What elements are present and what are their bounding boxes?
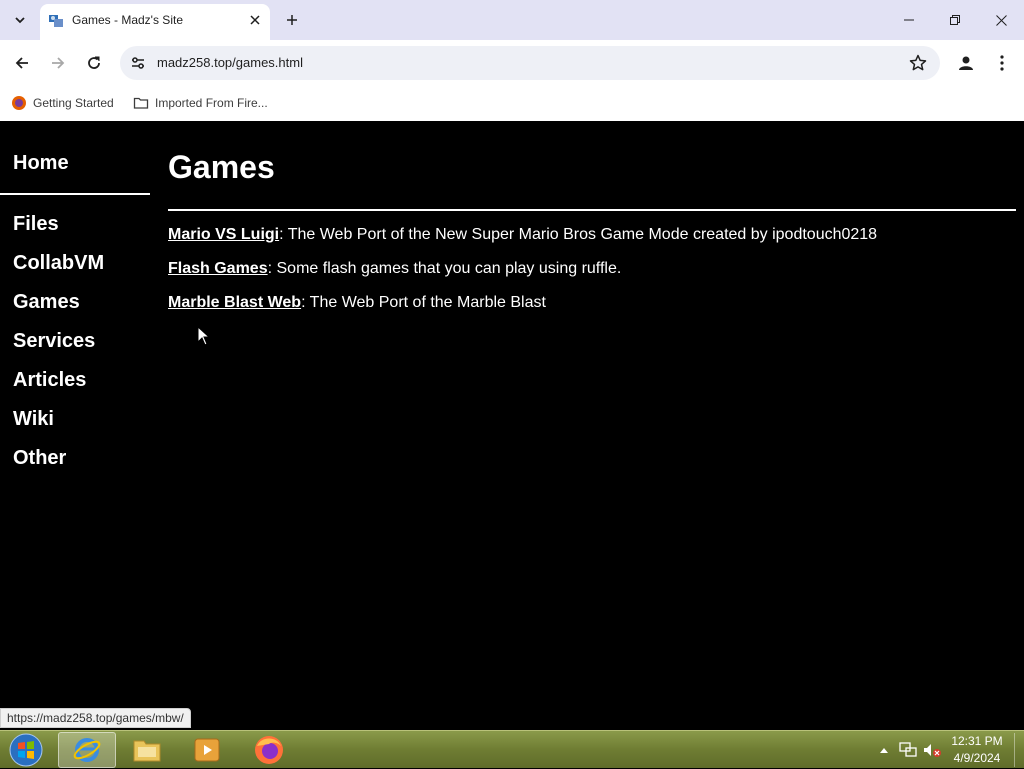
sidebar-item-articles[interactable]: Articles — [13, 369, 86, 392]
sidebar-item-other[interactable]: Other — [13, 447, 66, 470]
firefox-icon — [255, 736, 283, 764]
minimize-icon — [904, 19, 914, 21]
reload-icon — [88, 56, 100, 69]
game-description: : The Web Port of the Marble Blast — [301, 294, 546, 311]
browser-toolbar: madz258.top/games.html — [0, 40, 1024, 86]
game-description: : Some flash games that you can play usi… — [267, 260, 622, 277]
sidebar-item-collabvm[interactable]: CollabVM — [13, 252, 104, 275]
bookmark-getting-started[interactable]: Getting Started — [11, 92, 114, 114]
game-description: : The Web Port of the New Super Mario Br… — [279, 226, 878, 243]
taskbar-internet-explorer[interactable] — [58, 732, 116, 768]
firefox-icon — [11, 95, 27, 111]
close-window-button[interactable] — [978, 0, 1024, 40]
sidebar-item-wiki[interactable]: Wiki — [13, 408, 54, 431]
bookmark-folder-imported[interactable]: Imported From Fire... — [133, 92, 268, 114]
folder-icon — [133, 95, 149, 111]
address-bar[interactable]: madz258.top/games.html — [120, 46, 940, 80]
more-vert-icon — [1000, 55, 1004, 71]
start-button[interactable] — [6, 732, 46, 768]
windows-start-icon — [9, 733, 43, 767]
clock-date: 4/9/2024 — [953, 751, 1001, 765]
close-icon — [995, 14, 1007, 26]
sidebar-item-games[interactable]: Games — [13, 291, 80, 314]
browser-chrome: Games - Madz's Site madz258.top/games.ht… — [0, 0, 1024, 121]
profile-icon — [959, 56, 973, 70]
page-title: Games — [168, 149, 275, 185]
game-link-marble-blast-web[interactable]: Marble Blast Web — [168, 294, 301, 311]
list-item: Mario VS Luigi: The Web Port of the New … — [168, 226, 877, 244]
internet-explorer-icon — [73, 738, 101, 762]
show-hidden-icons-button[interactable] — [876, 731, 892, 769]
taskbar: 12:31 PM 4/9/2024 — [0, 730, 1024, 768]
sidebar-item-home[interactable]: Home — [13, 152, 69, 175]
list-item: Flash Games: Some flash games that you c… — [168, 260, 621, 278]
volume-tray-button[interactable] — [921, 731, 943, 769]
taskbar-firefox[interactable] — [240, 732, 298, 768]
bookmarks-bar: Getting Started Imported From Fire... — [0, 86, 1024, 121]
media-player-icon — [194, 738, 220, 762]
close-icon — [250, 15, 260, 25]
link-status-bubble: https://madz258.top/games/mbw/ — [0, 708, 191, 728]
sidebar-divider — [0, 193, 150, 195]
game-link-mario-vs-luigi[interactable]: Mario VS Luigi — [168, 226, 279, 243]
tune-icon — [132, 57, 144, 69]
tab-title: Games - Madz's Site — [72, 13, 183, 27]
menu-button[interactable] — [988, 49, 1016, 77]
site-info-button[interactable] — [128, 53, 148, 73]
close-tab-button[interactable] — [245, 10, 265, 30]
taskbar-media-player[interactable] — [178, 732, 236, 768]
site-favicon-icon — [49, 15, 63, 27]
show-desktop-button[interactable] — [1014, 733, 1024, 767]
url-text[interactable]: madz258.top/games.html — [157, 55, 303, 70]
restore-icon — [950, 15, 960, 25]
new-tab-button[interactable] — [280, 8, 304, 32]
star-icon — [909, 54, 927, 71]
chevron-up-icon — [880, 748, 888, 753]
reload-button[interactable] — [80, 49, 108, 77]
title-divider — [168, 209, 1016, 211]
forward-button[interactable] — [44, 49, 72, 77]
tab-search-button[interactable] — [8, 8, 32, 32]
taskbar-clock[interactable]: 12:31 PM 4/9/2024 — [944, 733, 1010, 767]
bookmark-label: Getting Started — [33, 96, 114, 110]
tab-strip: Games - Madz's Site — [0, 0, 1024, 40]
arrow-right-icon — [52, 57, 65, 69]
game-link-flash-games[interactable]: Flash Games — [168, 260, 268, 277]
sidebar-item-files[interactable]: Files — [13, 213, 59, 236]
chevron-down-icon — [15, 17, 25, 24]
list-item: Marble Blast Web: The Web Port of the Ma… — [168, 294, 546, 312]
network-icon — [899, 742, 917, 757]
network-tray-button[interactable] — [898, 731, 918, 769]
mouse-cursor-icon — [197, 326, 211, 346]
folder-icon — [133, 740, 161, 762]
minimize-button[interactable] — [886, 0, 932, 40]
web-page: Home Files CollabVM Games Services Artic… — [0, 121, 1024, 730]
active-tab[interactable]: Games - Madz's Site — [40, 4, 270, 40]
volume-muted-icon — [924, 744, 941, 757]
bookmark-star-button[interactable] — [908, 53, 928, 73]
profile-button[interactable] — [952, 49, 980, 77]
bookmark-label: Imported From Fire... — [155, 96, 268, 110]
clock-time: 12:31 PM — [951, 734, 1003, 748]
plus-icon — [287, 15, 297, 25]
restore-button[interactable] — [932, 0, 978, 40]
taskbar-file-explorer[interactable] — [118, 732, 176, 768]
back-button[interactable] — [8, 49, 36, 77]
arrow-left-icon — [15, 57, 28, 69]
sidebar-item-services[interactable]: Services — [13, 330, 95, 353]
